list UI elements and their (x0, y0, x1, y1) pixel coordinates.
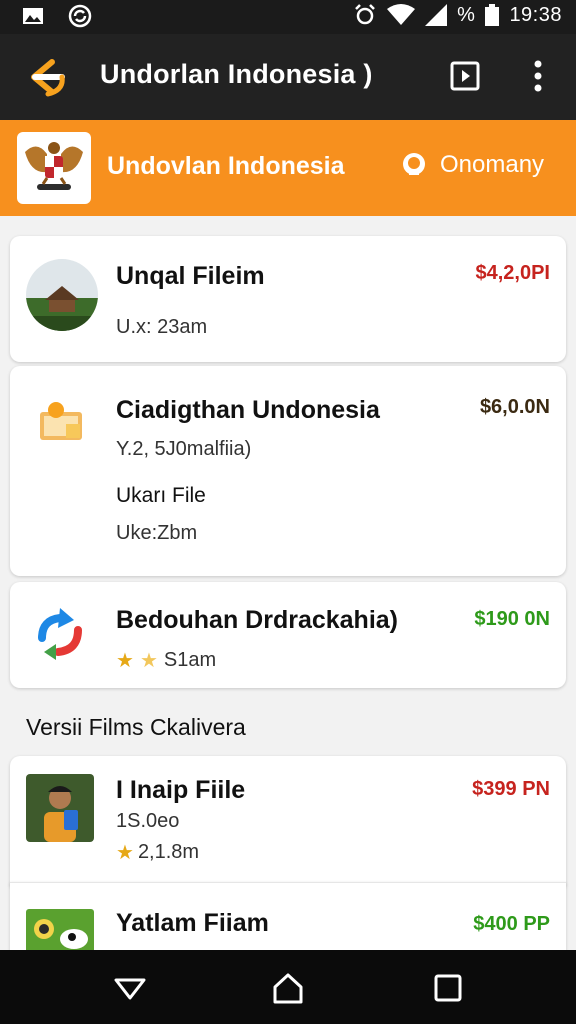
clock: 19:38 (509, 3, 562, 26)
more-vert-icon[interactable] (526, 58, 550, 94)
person-thumbnail-icon (26, 774, 94, 842)
recents-square-icon[interactable] (430, 972, 466, 1004)
item-price: $6,0.0N (479, 396, 550, 418)
star-icon: ★ (116, 842, 134, 864)
star-icon: ★ (139, 650, 158, 672)
item-title: Bedouhan Drdrackahia) (116, 606, 399, 634)
company-label: Onomany (440, 151, 545, 178)
cover-thumbnail-icon (26, 909, 94, 953)
list-item[interactable]: Unqal Fileim $4,2,0PI U.x: 23am (10, 236, 566, 362)
battery-icon (485, 4, 500, 26)
landscape-thumbnail-icon (26, 259, 98, 331)
list-item[interactable]: Ciadigthan Undonesia $6,0.0N Y.2, 5J0mal… (10, 366, 566, 576)
list-item[interactable]: Bedouhan Drdrackahia) $190 0N ★ ★ S1am (10, 582, 566, 688)
banner-title: Undovlan Indonesia (107, 152, 345, 180)
item-detail: Ukarı File (116, 484, 206, 507)
item-subtitle: Y.2, 5J0malfiia) (116, 438, 252, 460)
home-icon[interactable] (270, 972, 306, 1004)
sync-arrows-icon (38, 608, 82, 660)
chat-bubble-icon (403, 153, 425, 175)
rating-text: S1am (163, 649, 217, 671)
company-button[interactable]: Onomany (400, 151, 544, 179)
item-subtitle: U.x: 23am (116, 316, 208, 338)
item-title: Unqal Fileim (116, 262, 265, 290)
garuda-logo (17, 132, 91, 204)
back-triangle-icon[interactable] (112, 972, 148, 1004)
battery-percent: % (457, 3, 476, 26)
play-box-icon[interactable] (450, 61, 480, 91)
alarm-icon (355, 4, 376, 25)
folder-document-icon (40, 402, 82, 440)
item-rating: ★ 2,1.8m (116, 840, 199, 865)
item-subtitle: 1S.0eo (116, 810, 180, 832)
app-title: Undorlan Indonesia ) (100, 59, 373, 89)
list-item[interactable]: I Inaip Fiile $399 PN 1S.0eo ★ 2,1.8m (10, 756, 566, 886)
item-rating: ★ ★ S1am (116, 648, 216, 673)
star-icon: ★ (116, 650, 134, 672)
app-bar: Undorlan Indonesia ) (0, 34, 576, 120)
back-arrow-icon[interactable] (22, 56, 66, 98)
image-notification-icon (23, 8, 43, 24)
signal-icon (425, 4, 448, 26)
header-banner: Undovlan Indonesia Onomany (0, 120, 576, 216)
section-title: Versii Films Ckalivera (26, 714, 246, 740)
wifi-icon (387, 4, 416, 25)
item-price: $400 PP (473, 913, 550, 935)
item-price: $399 PN (472, 778, 550, 800)
garuda-emblem-icon (25, 142, 83, 190)
item-price: $4,2,0PI (475, 262, 550, 284)
item-status: Uke:Zbm (116, 522, 198, 544)
item-title: Yatlam Fiiam (116, 909, 269, 937)
item-title: Ciadigthan Undonesia (116, 396, 380, 424)
sync-notification-icon (68, 4, 92, 28)
item-price: $190 0N (474, 608, 550, 630)
item-title: I Inaip Fiile (116, 776, 246, 804)
system-nav-bar (0, 950, 576, 1024)
rating-text: 2,1.8m (137, 841, 200, 863)
status-bar: % 19:38 (0, 0, 576, 34)
